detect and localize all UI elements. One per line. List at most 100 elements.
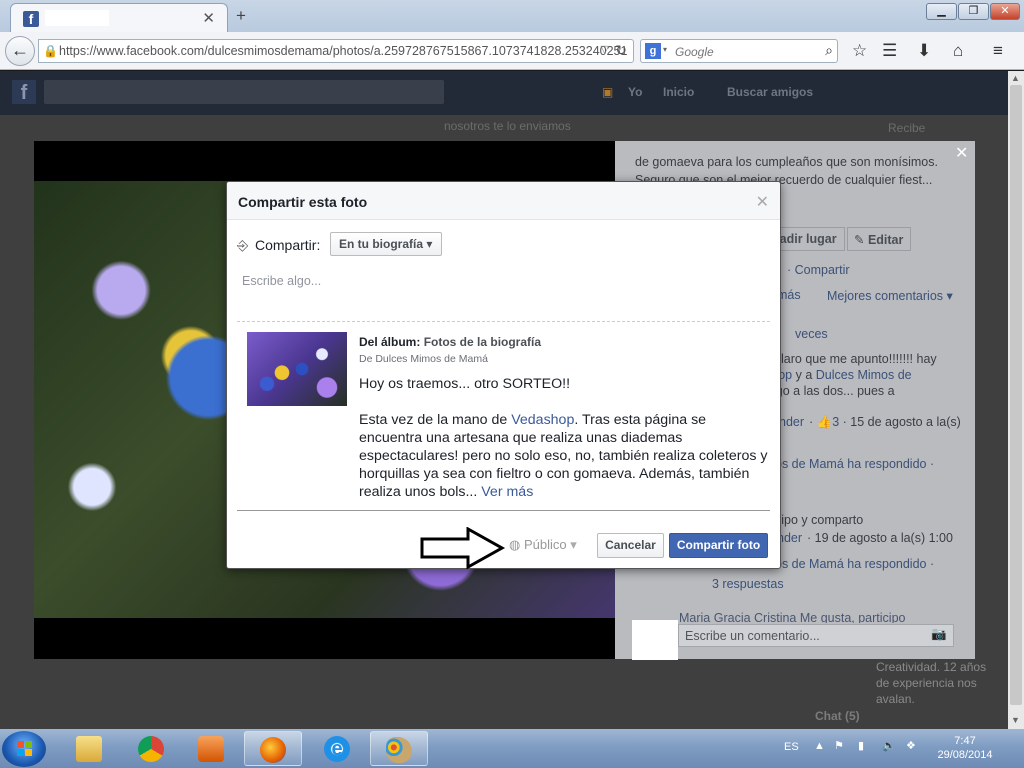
close-tab-icon[interactable]: ✕: [202, 9, 215, 27]
language-indicator[interactable]: ES: [784, 741, 799, 753]
write-something-input[interactable]: Escribe algo...: [242, 274, 321, 288]
browser-tab[interactable]: f ✕: [10, 3, 228, 32]
scroll-up-icon[interactable]: ▲: [1011, 73, 1020, 83]
tab-title-redacted: [45, 10, 109, 26]
comment1-text3: igo a las dos... pues a: [773, 384, 895, 398]
reload-icon[interactable]: ↻: [615, 42, 627, 59]
comment2-text: cipo y comparto: [775, 513, 864, 527]
browser-navbar: ← 🔒 https://www.facebook.com/dulcesmimos…: [0, 32, 1024, 70]
globe-icon: ◍: [509, 537, 521, 552]
dialog-header: Compartir esta foto ✕: [227, 182, 780, 220]
close-viewer-icon[interactable]: ✕: [955, 143, 968, 163]
post-body: Hoy os traemos... otro SORTEO!! Esta vez…: [359, 376, 768, 500]
edit-button[interactable]: ✎ Editar: [847, 227, 911, 251]
explorer-taskbar-icon[interactable]: [60, 731, 118, 766]
share-photo-button[interactable]: Compartir foto: [669, 533, 768, 558]
comment3-text: Maria Gracia Cristina Me gusta, particip…: [679, 611, 906, 623]
avatar-redacted: [632, 620, 678, 660]
comment1-text: laro que me apunto!!!!!!! hay: [781, 352, 937, 366]
reply-indicator-1[interactable]: os de Mamá ha respondido ·: [775, 457, 934, 471]
network-icon[interactable]: ▮: [858, 739, 864, 752]
comment-placeholder: Escribe un comentario...: [685, 629, 820, 643]
dashed-divider: [237, 321, 770, 322]
replies-link[interactable]: 3 respuestas: [712, 577, 784, 591]
bookmarks-list-icon[interactable]: ☰: [882, 41, 897, 61]
internet-explorer-taskbar-icon[interactable]: e: [308, 731, 366, 766]
downloads-icon[interactable]: ⬇: [917, 41, 931, 61]
photo-thumbnail: [247, 332, 347, 406]
share-icon: ⎆: [237, 237, 249, 253]
background-recibe: Recibe: [888, 121, 926, 135]
search-placeholder: Google: [675, 45, 714, 59]
comment-input[interactable]: Escribe un comentario... 📷: [678, 624, 954, 647]
page-scrollbar[interactable]: ▲ ▼: [1008, 71, 1024, 729]
reply-indicator-2[interactable]: os de Mamá ha respondido ·: [775, 557, 934, 571]
facebook-logo-icon[interactable]: f: [12, 80, 36, 104]
dialog-title: Compartir esta foto: [238, 194, 368, 210]
nav-yo[interactable]: Yo: [628, 85, 642, 99]
album-line: Del álbum: Fotos de la biografía: [359, 335, 542, 349]
vedashop-link[interactable]: Vedashop: [511, 412, 574, 428]
new-tab-icon[interactable]: +: [236, 6, 246, 26]
share-label: Compartir:: [255, 237, 321, 253]
restore-icon[interactable]: ❐: [958, 3, 989, 20]
camera-icon[interactable]: 📷: [931, 627, 947, 642]
byline: De Dulces Mimos de Mamá: [359, 353, 488, 365]
background-comment: nosotros te lo enviamos: [444, 119, 571, 133]
facebook-search[interactable]: [44, 80, 444, 104]
windows-logo-icon: [17, 741, 32, 756]
comment1-meta: · 👍3 · 15 de agosto a la(s): [809, 415, 961, 429]
google-icon: g: [645, 43, 661, 59]
close-window-icon[interactable]: ✕: [990, 3, 1020, 20]
best-comments-dropdown[interactable]: Mejores comentarios ▾: [827, 288, 953, 303]
windows-taskbar: e: [0, 729, 1024, 768]
background-sidebar-text: Creatividad. 12 años de experiencia nos av…: [876, 660, 987, 706]
media-player-taskbar-icon[interactable]: [182, 731, 240, 766]
see-more-link[interactable]: Ver más: [481, 484, 533, 500]
comment1-text2: shop y a Dulces Mimos de: [765, 368, 912, 382]
scroll-down-icon[interactable]: ▼: [1011, 715, 1020, 725]
back-icon[interactable]: ←: [5, 36, 35, 66]
share-photo-dialog: Compartir esta foto ✕ ⎆ Compartir: En tu…: [226, 181, 781, 569]
search-box[interactable]: g ▾ Google ⌕: [640, 39, 838, 63]
paint-taskbar-icon[interactable]: [370, 731, 428, 766]
home-icon[interactable]: ⌂: [953, 41, 963, 61]
search-icon[interactable]: ⌕: [825, 42, 833, 59]
dropbox-icon[interactable]: ❖: [906, 739, 916, 752]
volume-icon[interactable]: 🔈: [882, 739, 896, 752]
share-target-dropdown[interactable]: En tu biografía ▾: [330, 232, 442, 256]
privacy-selector[interactable]: ◍ Público ▾: [509, 537, 577, 553]
start-button[interactable]: [2, 731, 46, 767]
chrome-taskbar-icon[interactable]: [122, 731, 180, 766]
url-text: https://www.facebook.com/dulcesmimosdema…: [59, 44, 628, 58]
menu-icon[interactable]: ≡: [993, 41, 1003, 61]
photo-caption-line1: de gomaeva para los cumpleaños que son m…: [635, 155, 938, 169]
clock[interactable]: 7:47 29/08/2014: [935, 734, 995, 762]
show-hidden-icons-icon[interactable]: ▲: [814, 740, 825, 752]
close-dialog-icon[interactable]: ✕: [756, 192, 769, 212]
search-engine-dropdown-icon[interactable]: ▾: [663, 45, 667, 54]
caret-down-icon: ▾: [426, 237, 433, 251]
user-avatar-icon[interactable]: ▣: [602, 85, 613, 99]
action-center-flag-icon[interactable]: ⚑: [834, 739, 844, 752]
minimize-icon[interactable]: ▁: [926, 3, 957, 20]
facebook-favicon-icon: f: [23, 11, 39, 27]
chat-button[interactable]: Chat (5): [815, 709, 860, 723]
shares-count[interactable]: veces: [795, 327, 828, 341]
nav-buscar-amigos[interactable]: Buscar amigos: [727, 85, 813, 99]
comment2-meta: · 19 de agosto a la(s) 1:00: [807, 531, 953, 545]
bookmark-star-icon[interactable]: ☆: [852, 41, 867, 61]
facebook-header: f ▣ Yo Inicio Buscar amigos: [0, 71, 1008, 115]
firefox-taskbar-icon[interactable]: [244, 731, 302, 766]
scroll-thumb[interactable]: [1010, 85, 1022, 705]
url-bar[interactable]: 🔒 https://www.facebook.com/dulcesmimosde…: [38, 39, 634, 63]
nav-inicio[interactable]: Inicio: [663, 85, 694, 99]
cancel-button[interactable]: Cancelar: [597, 533, 664, 558]
pencil-icon: ✎: [854, 233, 868, 247]
album-link[interactable]: Fotos de la biografía: [424, 335, 541, 349]
lock-icon: 🔒: [43, 44, 58, 58]
url-dropdown-icon[interactable]: ▽: [601, 43, 609, 56]
divider: [237, 510, 770, 511]
comment1-reply-link[interactable]: nder: [779, 415, 804, 429]
share-link[interactable]: · Compartir: [787, 263, 850, 277]
